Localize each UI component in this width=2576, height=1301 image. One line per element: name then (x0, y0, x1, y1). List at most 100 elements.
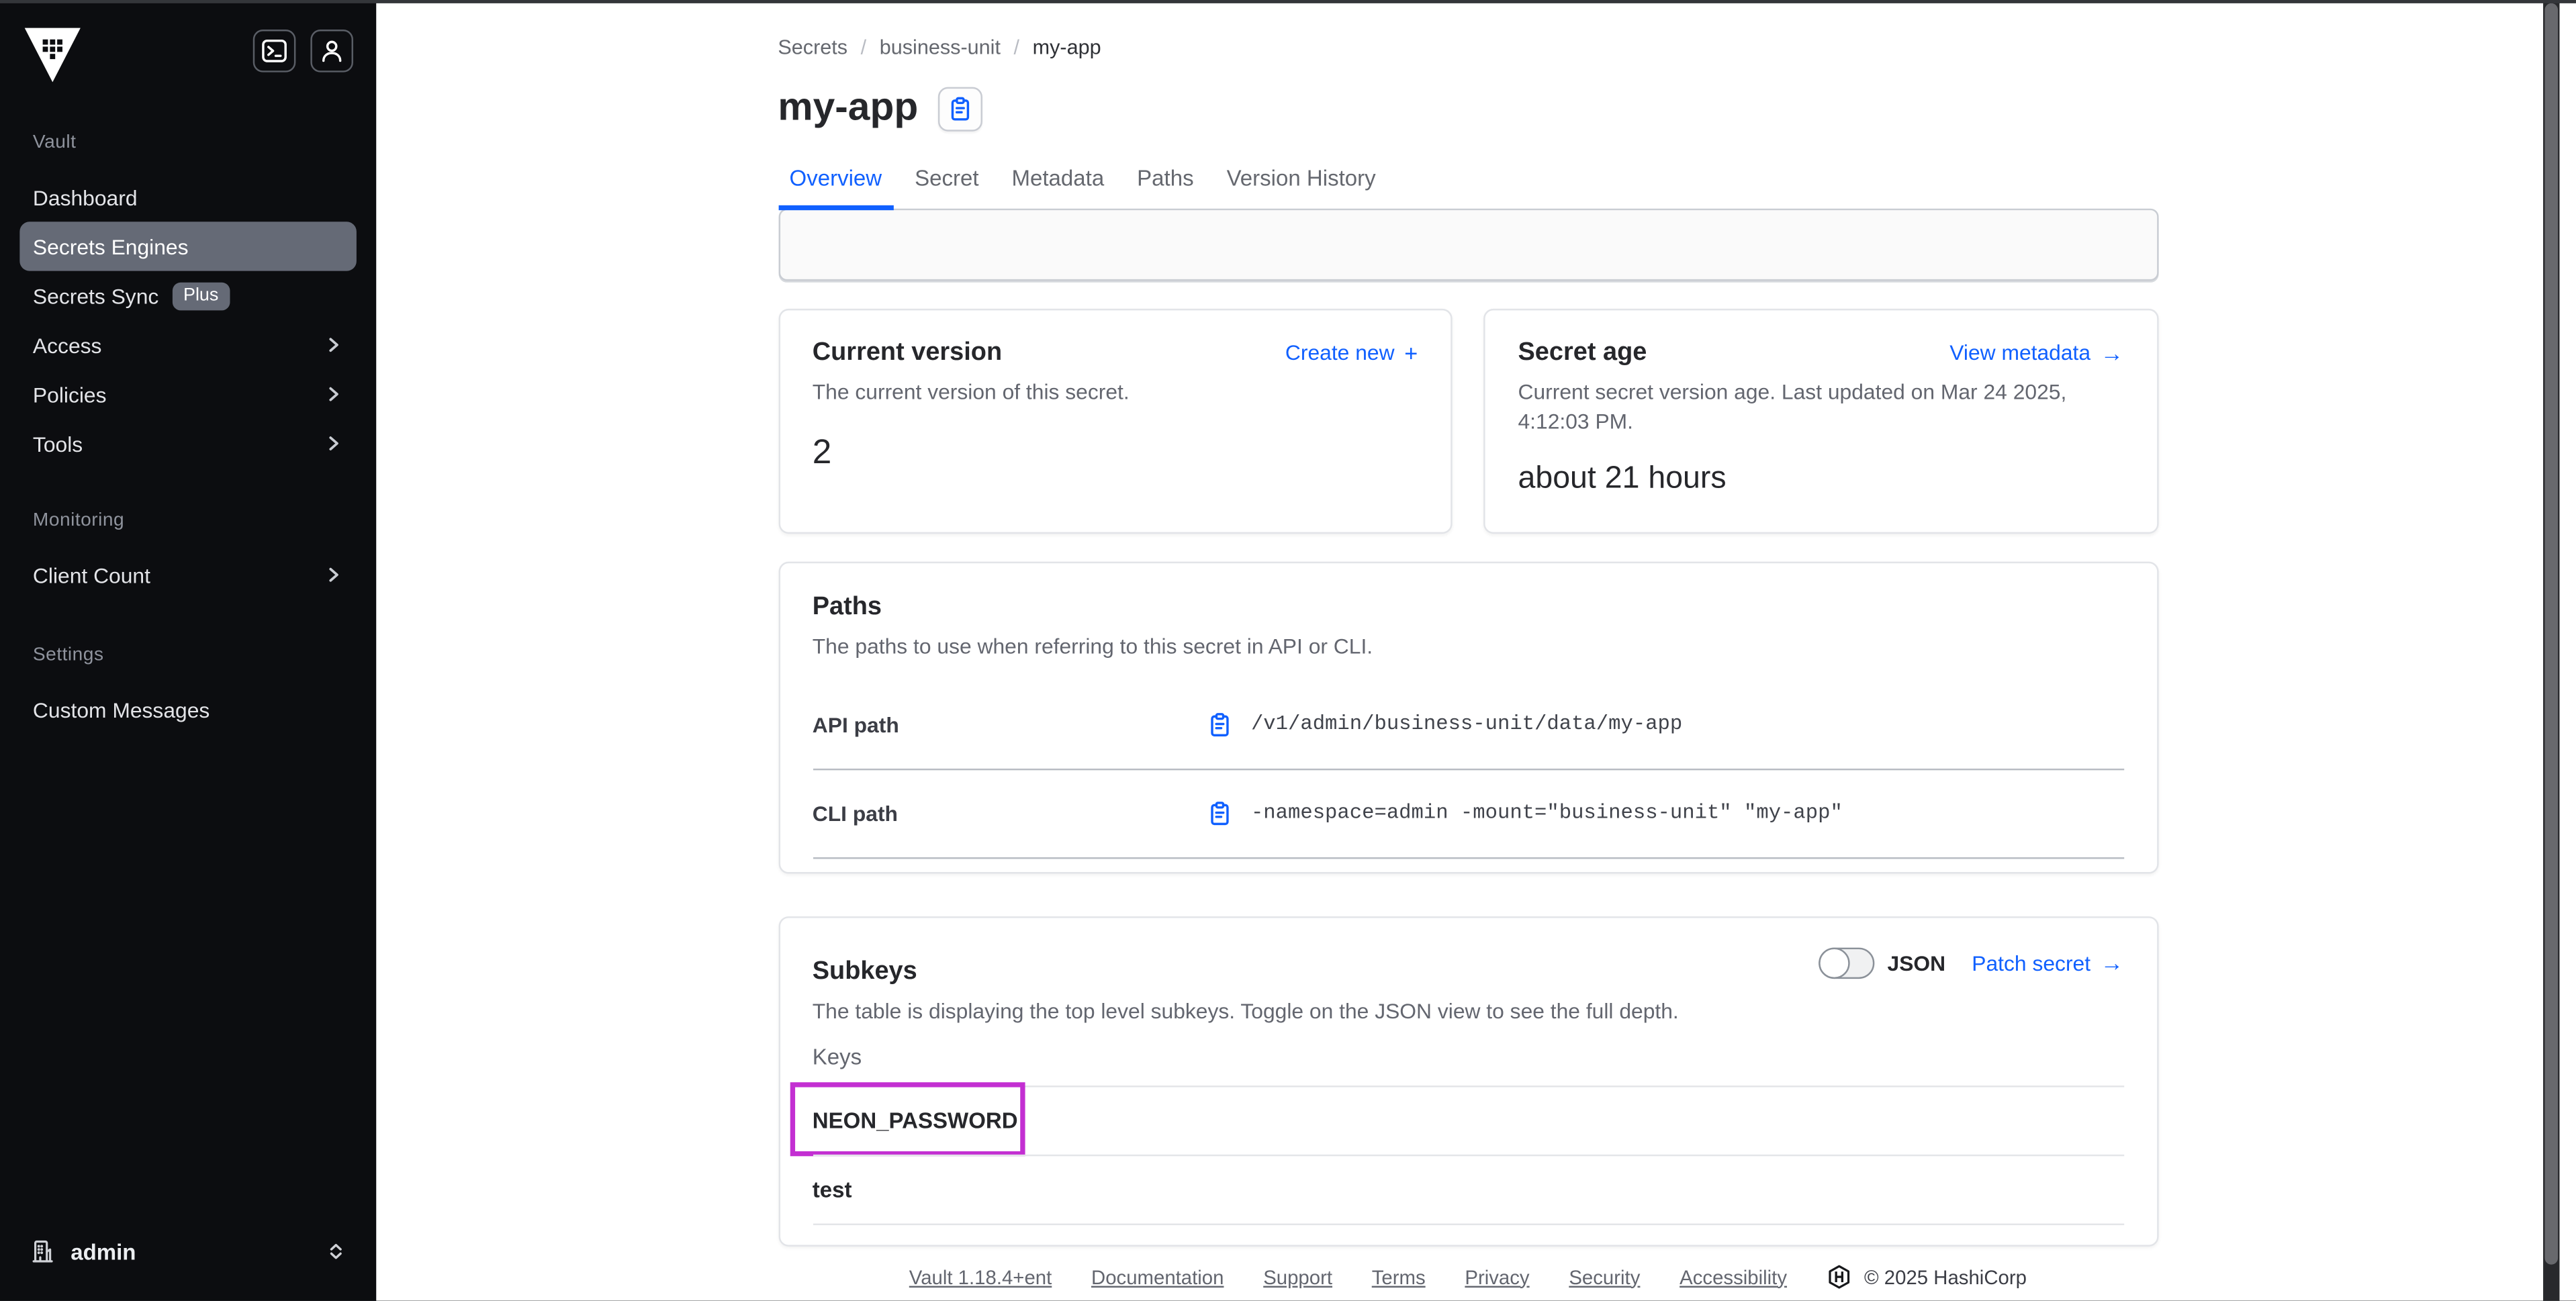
clipboard-copy-icon (948, 96, 972, 121)
tab-bar: Overview Secret Metadata Paths Version H… (778, 166, 2158, 209)
sidebar-item-dashboard[interactable]: Dashboard (19, 173, 357, 222)
page-scrollbar[interactable] (2543, 0, 2559, 1301)
toggle-track[interactable] (1819, 947, 1874, 977)
footer-link-terms[interactable]: Terms (1372, 1265, 1426, 1288)
subkey-row-test: test (813, 1155, 2123, 1224)
sidebar-item-custom-messages[interactable]: Custom Messages (19, 685, 357, 734)
footer: Vault 1.18.4+ent Documentation Support T… (376, 1265, 2559, 1290)
breadcrumb-separator: / (861, 36, 867, 59)
sidebar-item-tools[interactable]: Tools (19, 419, 357, 468)
current-version-title: Current version (813, 338, 1002, 368)
sidebar-actions (253, 30, 353, 73)
sidebar-footer: admin (0, 1212, 376, 1300)
breadcrumb-business-unit[interactable]: business-unit (880, 36, 1001, 59)
plus-badge: Plus (172, 282, 230, 310)
arrow-right-icon: → (2101, 951, 2123, 974)
sidebar: Vault Dashboard Secrets Engines Secrets … (0, 0, 376, 1301)
cli-path-row: CLI path -namespace=admin -mount="busine… (813, 769, 2123, 858)
sidebar-item-secrets-engines[interactable]: Secrets Engines (19, 222, 357, 271)
footer-link-vault-version[interactable]: Vault 1.18.4+ent (909, 1265, 1052, 1288)
overview-cards: Current version Create new + The current… (778, 309, 2158, 534)
footer-link-documentation[interactable]: Documentation (1091, 1265, 1224, 1288)
page-title: my-app (778, 84, 918, 133)
paths-card: Paths The paths to use when referring to… (778, 562, 2158, 873)
current-version-card: Current version Create new + The current… (778, 309, 1452, 534)
secret-age-value: about 21 hours (1518, 462, 2123, 498)
user-menu-button[interactable] (310, 30, 353, 73)
breadcrumb-separator: / (1014, 36, 1020, 59)
namespace-picker[interactable]: admin (23, 1228, 353, 1275)
keys-column-header: Keys (813, 1045, 2123, 1069)
subkeys-description: The table is displaying the top level su… (813, 996, 2123, 1025)
sidebar-section-monitoring: Monitoring (19, 511, 357, 530)
vault-app: Vault Dashboard Secrets Engines Secrets … (0, 0, 2576, 1301)
chevron-right-icon (324, 434, 343, 453)
chevron-right-icon (324, 565, 343, 585)
toggle-knob (1819, 947, 1849, 977)
tab-metadata[interactable]: Metadata (1000, 166, 1115, 209)
empty-toolbar (778, 209, 2158, 281)
footer-copyright: © 2025 HashiCorp (1827, 1265, 2027, 1290)
api-path-label: API path (813, 712, 1207, 737)
api-path-value: /v1/admin/business-unit/data/my-app (1251, 713, 1682, 736)
sidebar-item-secrets-sync[interactable]: Secrets Sync Plus (19, 271, 357, 320)
subkeys-card: Subkeys JSON Patch secret → The table is… (778, 916, 2158, 1247)
vault-logo-icon[interactable] (25, 26, 81, 82)
terminal-icon (261, 38, 287, 64)
footer-link-privacy[interactable]: Privacy (1465, 1265, 1529, 1288)
footer-link-accessibility[interactable]: Accessibility (1680, 1265, 1787, 1288)
building-icon (30, 1239, 56, 1265)
create-new-link[interactable]: Create new + (1285, 340, 1418, 365)
sidebar-section-settings: Settings (19, 645, 357, 665)
tab-version-history[interactable]: Version History (1215, 166, 1387, 209)
sidebar-header (0, 0, 376, 82)
api-path-row: API path /v1/admin/business-unit/data/my… (813, 681, 2123, 769)
secret-age-title: Secret age (1518, 338, 1647, 368)
arrow-right-icon: → (2101, 341, 2123, 364)
breadcrumb: Secrets / business-unit / my-app (778, 36, 2158, 59)
web-cli-button[interactable] (253, 30, 296, 73)
copy-api-path-button[interactable] (1207, 712, 1232, 737)
secret-age-description: Current secret version age. Last updated… (1518, 378, 2123, 436)
sidebar-nav: Vault Dashboard Secrets Engines Secrets … (0, 82, 376, 1212)
up-down-chevrons-icon (325, 1240, 347, 1263)
copy-secret-path-button[interactable] (938, 86, 982, 130)
current-version-description: The current version of this secret. (813, 378, 1418, 407)
subkeys-controls: JSON Patch secret → (1819, 947, 2123, 977)
breadcrumb-secrets[interactable]: Secrets (778, 36, 847, 59)
user-icon (319, 38, 345, 64)
chevron-right-icon (324, 384, 343, 403)
tab-overview[interactable]: Overview (778, 166, 893, 209)
tab-secret[interactable]: Secret (903, 166, 991, 209)
screenshot-stage: Vault Dashboard Secrets Engines Secrets … (0, 0, 2576, 1301)
content-column: Secrets / business-unit / my-app my-app (778, 36, 2158, 1247)
paths-title: Paths (813, 593, 2123, 622)
sidebar-section-vault: Vault (19, 133, 357, 152)
main-area: Secrets / business-unit / my-app my-app (376, 0, 2559, 1301)
plus-icon: + (1404, 341, 1418, 364)
title-row: my-app (778, 84, 2158, 133)
footer-link-security[interactable]: Security (1569, 1265, 1640, 1288)
secret-age-card: Secret age View metadata → Current secre… (1483, 309, 2158, 534)
json-toggle[interactable]: JSON (1819, 947, 1945, 977)
subkeys-table: NEON_PASSWORD test (813, 1086, 2123, 1225)
breadcrumb-my-app: my-app (1033, 36, 1101, 59)
patch-secret-link[interactable]: Patch secret → (1972, 950, 2123, 975)
tab-paths[interactable]: Paths (1125, 166, 1205, 209)
cli-path-value: -namespace=admin -mount="business-unit" … (1251, 802, 1843, 824)
subkeys-title: Subkeys (813, 957, 917, 986)
view-metadata-link[interactable]: View metadata → (1949, 340, 2123, 365)
current-version-value: 2 (813, 433, 1418, 473)
path-rows: API path /v1/admin/business-unit/data/my… (813, 681, 2123, 858)
namespace-label: admin (71, 1239, 310, 1264)
sidebar-item-access[interactable]: Access (19, 320, 357, 369)
copy-cli-path-button[interactable] (1207, 801, 1232, 826)
window-top-edge (0, 0, 2576, 3)
sidebar-item-client-count[interactable]: Client Count (19, 550, 357, 599)
json-toggle-label: JSON (1888, 950, 1946, 975)
hashicorp-logo-icon (1827, 1265, 1851, 1290)
sidebar-item-policies[interactable]: Policies (19, 369, 357, 418)
footer-link-support[interactable]: Support (1263, 1265, 1332, 1288)
paths-description: The paths to use when referring to this … (813, 632, 2123, 661)
scrollbar-thumb[interactable] (2545, 3, 2559, 1265)
